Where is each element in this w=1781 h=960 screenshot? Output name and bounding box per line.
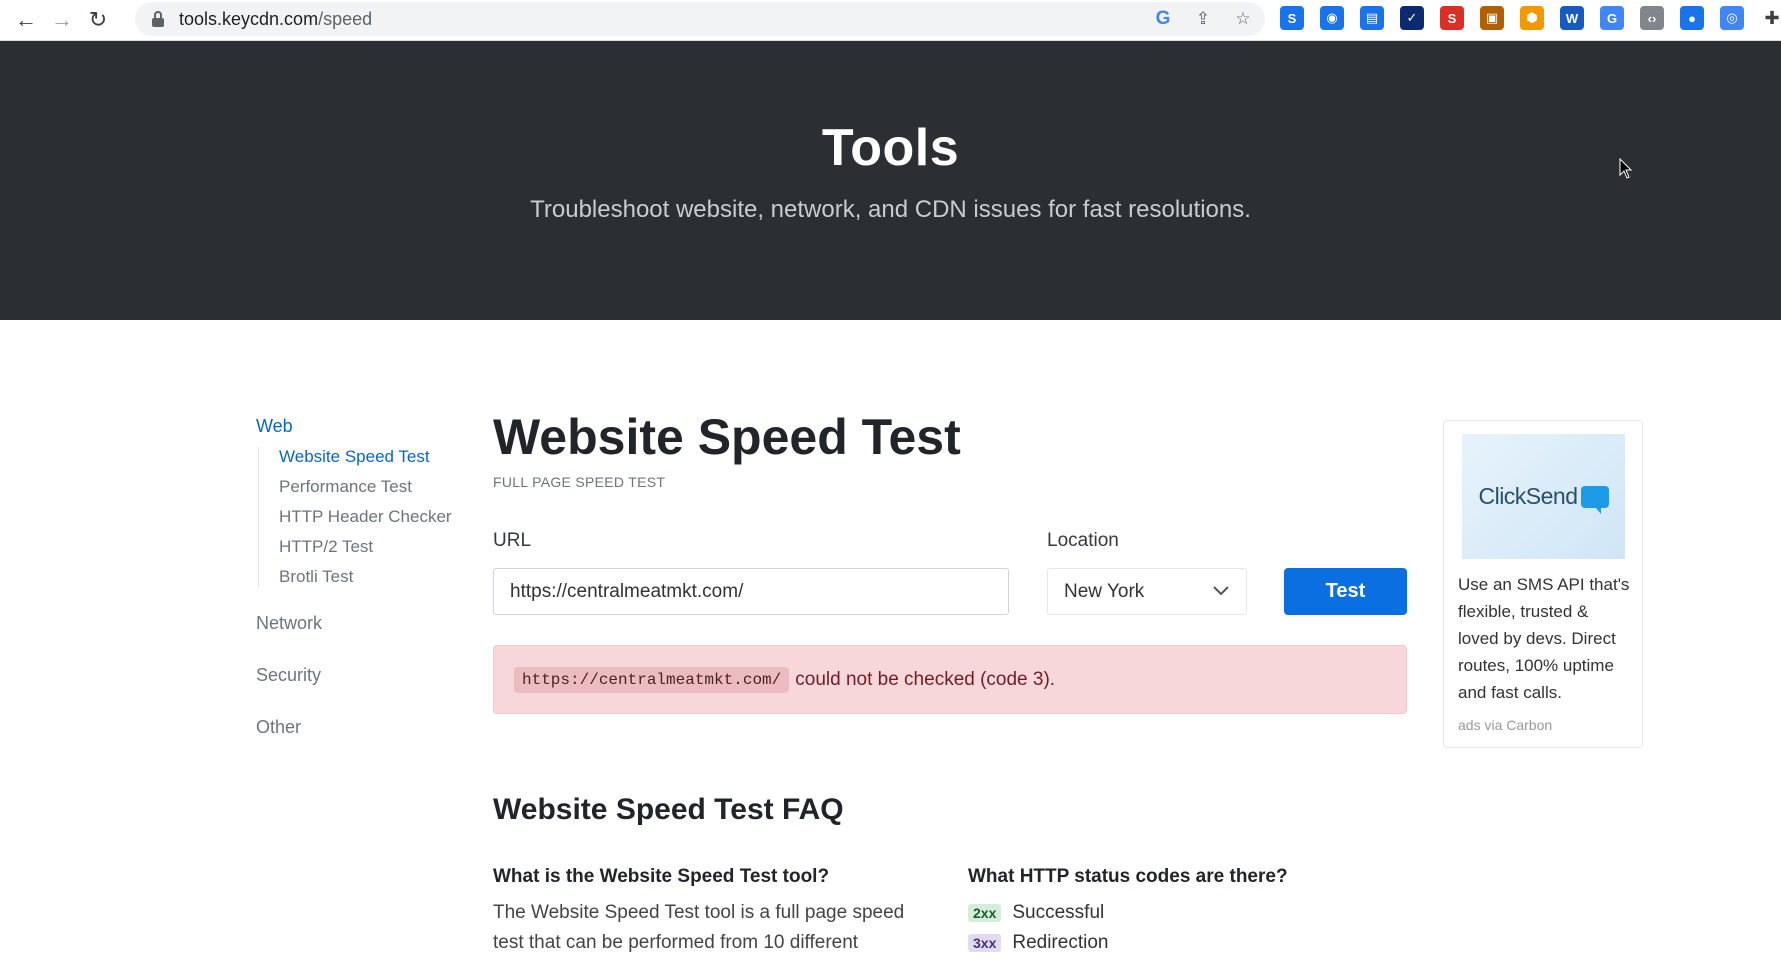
sidebar-category-web[interactable]: Web xyxy=(256,416,456,437)
sidebar-item-http2-test[interactable]: HTTP/2 Test xyxy=(279,537,456,557)
url-path: /speed xyxy=(318,8,373,29)
url-label: URL xyxy=(493,530,532,551)
ext-camera-icon[interactable]: ◉ xyxy=(1320,6,1344,30)
ad-image[interactable]: ClickSend xyxy=(1462,434,1625,559)
sidebar-category-other[interactable]: Other xyxy=(256,717,456,738)
location-label: Location xyxy=(1047,530,1119,551)
page-title: Website Speed Test xyxy=(493,409,961,465)
ext-hex-icon[interactable]: ⬢ xyxy=(1520,6,1544,30)
ext-ring-icon[interactable]: ◎ xyxy=(1720,6,1744,30)
faq-item-what-is: What is the Website Speed Test tool? The… xyxy=(493,866,933,958)
ext-window-icon[interactable]: ▣ xyxy=(1480,6,1504,30)
ad-attribution[interactable]: ads via Carbon xyxy=(1458,717,1552,733)
address-text[interactable]: tools.keycdn.com/speed xyxy=(179,9,372,30)
sidebar-item-performance-test[interactable]: Performance Test xyxy=(279,477,456,497)
sidebar-category-security[interactable]: Security xyxy=(256,665,456,686)
status-badge: 3xx xyxy=(968,934,1002,952)
sidebar-category-network[interactable]: Network xyxy=(256,613,456,634)
hero-subtitle: Troubleshoot website, network, and CDN i… xyxy=(530,196,1251,223)
google-icon[interactable]: G xyxy=(1153,8,1173,29)
alert-message: could not be checked (code 3). xyxy=(795,668,1056,690)
ext-circle-icon[interactable]: ● xyxy=(1680,6,1704,30)
location-value: New York xyxy=(1064,580,1145,602)
speed-test-form: URL Location New York Test xyxy=(493,530,1407,615)
reload-icon[interactable]: ↻ xyxy=(80,2,116,38)
location-select[interactable]: New York xyxy=(1047,568,1247,615)
main-content: Website Speed Test FULL PAGE SPEED TEST … xyxy=(493,400,1407,953)
sidebar-nav: Web Website Speed Test Performance Test … xyxy=(256,416,456,738)
ext-seo-icon[interactable]: S xyxy=(1440,6,1464,30)
ext-check-icon[interactable]: ✓ xyxy=(1400,6,1424,30)
chat-bubble-icon xyxy=(1580,485,1609,514)
ext-code-icon[interactable]: ‹› xyxy=(1640,6,1664,30)
status-code-row: 3xx Redirection xyxy=(968,928,1408,958)
mouse-cursor-icon xyxy=(1619,158,1633,179)
sidebar-item-brotli-test[interactable]: Brotli Test xyxy=(279,567,456,587)
share-icon[interactable]: ⇪ xyxy=(1193,9,1213,29)
carbon-ad[interactable]: ClickSend Use an SMS API that's flexible… xyxy=(1443,420,1643,748)
faq-item-status-codes: What HTTP status codes are there? 2xx Su… xyxy=(968,866,1408,958)
sidebar-item-website-speed-test[interactable]: Website Speed Test xyxy=(279,447,456,467)
address-bar[interactable]: tools.keycdn.com/speed G ⇪ ☆ xyxy=(135,2,1265,36)
chevron-down-icon xyxy=(1213,586,1229,596)
ext-word-icon[interactable]: W xyxy=(1560,6,1584,30)
hero-title: Tools xyxy=(821,119,960,177)
page-subtitle: FULL PAGE SPEED TEST xyxy=(493,474,666,490)
faq-heading: Website Speed Test FAQ xyxy=(493,793,844,826)
error-alert: https://centralmeatmkt.com/ could not be… xyxy=(493,645,1407,714)
status-label: Redirection xyxy=(1012,932,1109,953)
extension-icons: S ◉ ▤ ✓ S ▣ ⬢ W G ‹› ● ◎ ✚ xyxy=(1280,6,1781,30)
ad-text[interactable]: Use an SMS API that's flexible, trusted … xyxy=(1458,571,1633,706)
sidebar-item-http-header-checker[interactable]: HTTP Header Checker xyxy=(279,507,456,527)
ext-reader-icon[interactable]: ▤ xyxy=(1360,6,1384,30)
back-arrow-icon[interactable]: ← xyxy=(8,2,44,38)
faq-question: What is the Website Speed Test tool? xyxy=(493,866,830,887)
status-label: Successful xyxy=(1012,902,1105,923)
test-button[interactable]: Test xyxy=(1284,568,1407,615)
extensions-puzzle-icon[interactable]: ✚ xyxy=(1760,6,1781,30)
sidebar-web-submenu: Website Speed Test Performance Test HTTP… xyxy=(258,447,456,587)
status-code-row: 2xx Successful xyxy=(968,898,1408,928)
bookmark-star-icon[interactable]: ☆ xyxy=(1233,9,1253,29)
faq-answer: The Website Speed Test tool is a full pa… xyxy=(493,902,905,953)
lock-icon[interactable] xyxy=(151,11,165,27)
status-badge: 2xx xyxy=(968,904,1002,922)
ext-translate-icon[interactable]: G xyxy=(1600,6,1624,30)
hero-banner: Tools Troubleshoot website, network, and… xyxy=(0,41,1781,320)
alert-url-code: https://centralmeatmkt.com/ xyxy=(514,666,790,693)
url-host: tools.keycdn.com xyxy=(179,8,319,29)
browser-toolbar: ← → ↻ tools.keycdn.com/speed G ⇪ ☆ S ◉ ▤ ✓ S… xyxy=(0,0,1781,41)
url-input[interactable] xyxy=(493,568,1009,615)
faq-question: What HTTP status codes are there? xyxy=(968,866,1288,887)
clicksend-logo: ClickSend xyxy=(1478,483,1578,509)
forward-arrow-icon[interactable]: → xyxy=(44,2,80,38)
ext-s-icon[interactable]: S xyxy=(1280,6,1304,30)
